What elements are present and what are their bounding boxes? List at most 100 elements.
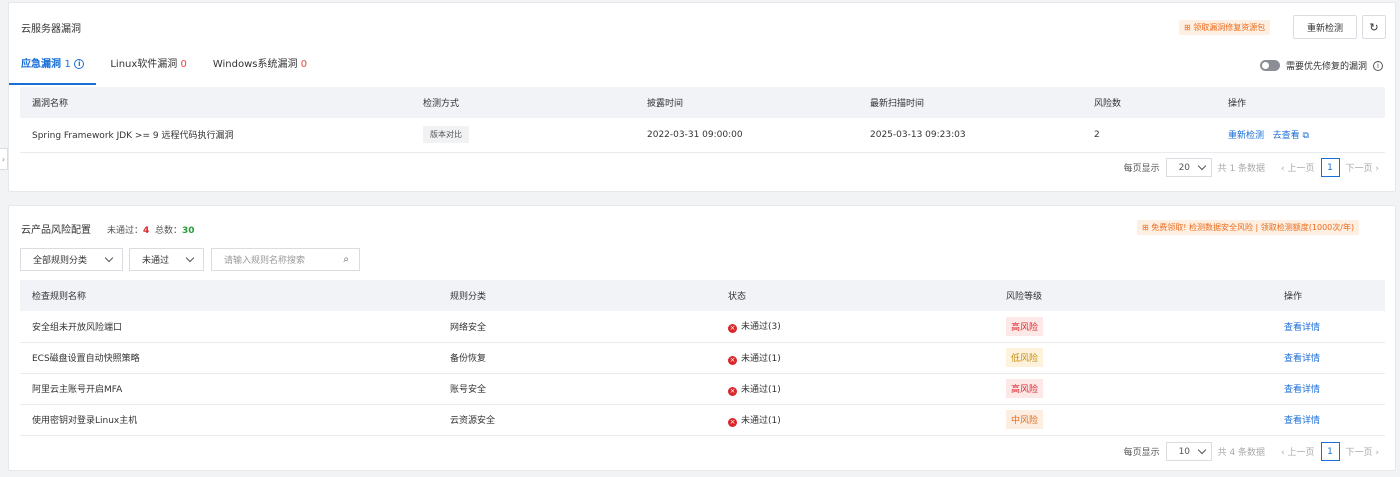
risk-stats: 未通过：4 总数：30 (107, 223, 195, 236)
search-icon[interactable]: ⌕ (343, 254, 349, 265)
prev-label: 上一页 (1287, 164, 1315, 174)
risk-count: 2 (1082, 118, 1216, 153)
per-page-select[interactable]: 10 (1165, 442, 1212, 461)
error-icon: × (728, 355, 737, 365)
column-header: 漏洞名称 (20, 87, 411, 118)
category-filter[interactable]: 全部规则分类 (20, 248, 123, 271)
recheck-button[interactable]: 重新检测 (1293, 15, 1357, 39)
risk-config-panel: 云产品风险配置 未通过：4 总数：30 ⊞ 免费领取! 检测数据安全风险 | 领… (8, 205, 1396, 471)
search-placeholder: 请输入规则名称搜索 (224, 256, 306, 266)
view-link-label: 去查看 (1272, 131, 1300, 142)
tab-count: 1 (64, 59, 71, 70)
column-header: 最新扫描时间 (858, 87, 1082, 118)
tab-linux[interactable]: Linux软件漏洞 0 (110, 55, 187, 81)
tab-emergency[interactable]: 应急漏洞 1 i (8, 55, 97, 85)
rule-category: 账号安全 (438, 373, 716, 405)
failed-count: 4 (143, 226, 150, 236)
view-details-link[interactable]: 查看详情 (1284, 385, 1320, 395)
column-header: 操作 (1272, 280, 1385, 311)
tab-count: 0 (180, 59, 187, 70)
view-details-link[interactable]: 查看详情 (1284, 323, 1320, 333)
server-vuln-panel: 云服务器漏洞 ⊞ 领取漏洞修复资源包 重新检测 ↻ 应急漏洞 1 i Linux… (8, 2, 1396, 192)
chevron-down-icon (104, 253, 114, 263)
search-input[interactable]: 请输入规则名称搜索 ⌕ (211, 248, 360, 271)
rule-name: 使用密钥对登录Linux主机 (20, 404, 438, 436)
table-row: ECS磁盘设置自动快照策略 备份恢复 × 未通过(1) 低风险 查看详情 (20, 342, 1385, 374)
total-count: 共 4 条数据 (1217, 448, 1266, 458)
vuln-tabs: 应急漏洞 1 i Linux软件漏洞 0 Windows系统漏洞 0 (8, 55, 307, 85)
risk-level-badge: 高风险 (1006, 379, 1044, 398)
category-filter-value: 全部规则分类 (33, 256, 88, 266)
table-row: Spring Framework JDK >= 9 远程代码执行漏洞 版本对比 … (20, 118, 1385, 153)
current-page[interactable]: 1 (1320, 442, 1340, 461)
view-link[interactable]: 去查看 ⧉ (1273, 131, 1309, 141)
column-header: 披露时间 (635, 87, 858, 118)
per-page-value: 10 (1178, 446, 1191, 457)
refresh-icon[interactable]: ↻ (1362, 15, 1386, 39)
status-filter-value: 未通过 (142, 256, 170, 266)
error-icon: × (728, 386, 737, 396)
chevron-down-icon (185, 253, 195, 263)
free-check-promo[interactable]: ⊞ 免费领取! 检测数据安全风险 | 领取检测额度(1000次/年) (1137, 220, 1360, 235)
recheck-link[interactable]: 重新检测 (1228, 131, 1264, 141)
rule-category: 云资源安全 (438, 404, 716, 436)
chevron-down-icon (1197, 445, 1206, 455)
per-page-label: 每页显示 (1123, 448, 1160, 458)
pagination: 每页显示 20 共 1 条数据 ‹ 上一页 1 下一页 › (1124, 158, 1379, 177)
tab-label: Linux软件漏洞 (110, 59, 178, 70)
view-details-link[interactable]: 查看详情 (1284, 416, 1320, 426)
current-page[interactable]: 1 (1320, 158, 1340, 177)
column-header: 风险等级 (994, 280, 1272, 311)
failed-label: 未通过： (107, 226, 144, 236)
total-count: 30 (182, 226, 195, 236)
external-link-icon: ⧉ (1302, 131, 1309, 142)
sidebar-expand-handle[interactable]: › (0, 148, 8, 170)
next-page-button[interactable]: 下一页 › (1346, 161, 1379, 174)
panel-title: 云服务器漏洞 (21, 24, 81, 35)
priority-toggle[interactable] (1259, 60, 1280, 71)
vuln-resource-promo[interactable]: ⊞ 领取漏洞修复资源包 (1179, 20, 1271, 35)
vuln-name: Spring Framework JDK >= 9 远程代码执行漏洞 (20, 118, 411, 153)
risk-level-badge: 中风险 (1006, 410, 1044, 429)
prev-page-button[interactable]: ‹ 上一页 (1281, 445, 1314, 458)
table-header: 检查规则名称 规则分类 状态 风险等级 操作 (20, 280, 1385, 311)
disclosed-time: 2022-03-31 09:00:00 (635, 118, 858, 153)
total-label: 总数： (155, 226, 183, 236)
per-page-value: 20 (1178, 162, 1191, 173)
promo-label: 免费领取! 检测数据安全风险 | 领取检测额度(1000次/年) (1151, 223, 1355, 232)
next-label: 下一页 (1345, 448, 1373, 458)
tab-label: Windows系统漏洞 (212, 59, 298, 70)
status-filter[interactable]: 未通过 (129, 248, 204, 271)
rule-category: 备份恢复 (438, 342, 716, 374)
per-page-label: 每页显示 (1123, 164, 1160, 174)
scanned-time: 2025-03-13 09:23:03 (858, 118, 1082, 153)
per-page-select[interactable]: 20 (1165, 158, 1212, 177)
rule-category: 网络安全 (438, 311, 716, 343)
risk-level-badge: 低风险 (1006, 348, 1044, 367)
column-header: 风险数 (1082, 87, 1216, 118)
error-icon: × (728, 417, 737, 427)
prev-page-button[interactable]: ‹ 上一页 (1281, 161, 1314, 174)
vuln-table: 漏洞名称 检测方式 披露时间 最新扫描时间 风险数 操作 Spring Fram… (20, 87, 1385, 153)
column-header: 规则分类 (438, 280, 716, 311)
info-icon[interactable]: i (1373, 60, 1383, 71)
tab-windows[interactable]: Windows系统漏洞 0 (213, 55, 307, 81)
method-tag: 版本对比 (423, 126, 469, 144)
toggle-label: 需要优先修复的漏洞 (1285, 62, 1367, 72)
next-page-button[interactable]: 下一页 › (1346, 445, 1379, 458)
gift-icon: ⊞ (1184, 23, 1191, 32)
info-icon[interactable]: i (74, 59, 85, 69)
panel-title: 云产品风险配置 (21, 225, 91, 236)
tab-count: 0 (300, 59, 308, 70)
chevron-down-icon (1197, 161, 1206, 171)
status-label: 未通过(3) (741, 322, 781, 333)
priority-filter: 需要优先修复的漏洞 i (1259, 59, 1383, 72)
column-header: 状态 (716, 280, 994, 311)
table-row: 阿里云主账号开启MFA 账号安全 × 未通过(1) 高风险 查看详情 (20, 373, 1385, 405)
pagination: 每页显示 10 共 4 条数据 ‹ 上一页 1 下一页 › (1124, 442, 1379, 461)
prev-label: 上一页 (1287, 448, 1315, 458)
risk-level-badge: 高风险 (1006, 316, 1044, 336)
view-details-link[interactable]: 查看详情 (1284, 354, 1320, 364)
rule-status: × 未通过(1) (716, 373, 994, 405)
column-header: 检测方式 (411, 87, 635, 118)
